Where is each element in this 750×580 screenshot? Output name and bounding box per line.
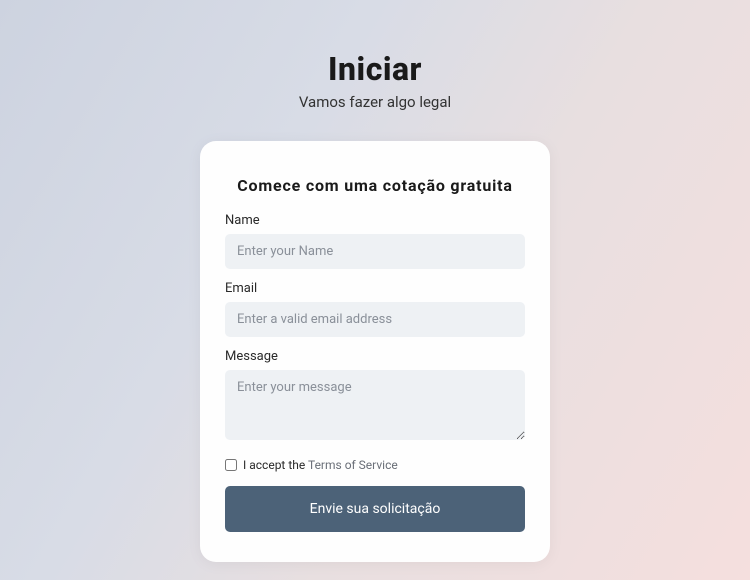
page-subtitle: Vamos fazer algo legal <box>299 93 451 111</box>
email-group: Email <box>225 281 525 337</box>
header: Iniciar Vamos fazer algo legal <box>299 50 451 111</box>
message-label: Message <box>225 349 525 364</box>
terms-row: I accept the Terms of Service <box>225 458 525 472</box>
message-group: Message <box>225 349 525 444</box>
form-card: Comece com uma cotação gratuita Name Ema… <box>200 141 550 562</box>
page-title: Iniciar <box>299 50 451 88</box>
email-label: Email <box>225 281 525 296</box>
name-input[interactable] <box>225 234 525 269</box>
submit-button[interactable]: Envie sua solicitação <box>225 486 525 532</box>
terms-checkbox[interactable] <box>225 459 237 471</box>
terms-label: I accept the Terms of Service <box>243 458 398 472</box>
form-title: Comece com uma cotação gratuita <box>225 176 525 195</box>
email-input[interactable] <box>225 302 525 337</box>
terms-prefix: I accept the <box>243 458 308 472</box>
terms-link[interactable]: Terms of Service <box>308 458 398 472</box>
name-label: Name <box>225 213 525 228</box>
message-input[interactable] <box>225 370 525 440</box>
name-group: Name <box>225 213 525 269</box>
